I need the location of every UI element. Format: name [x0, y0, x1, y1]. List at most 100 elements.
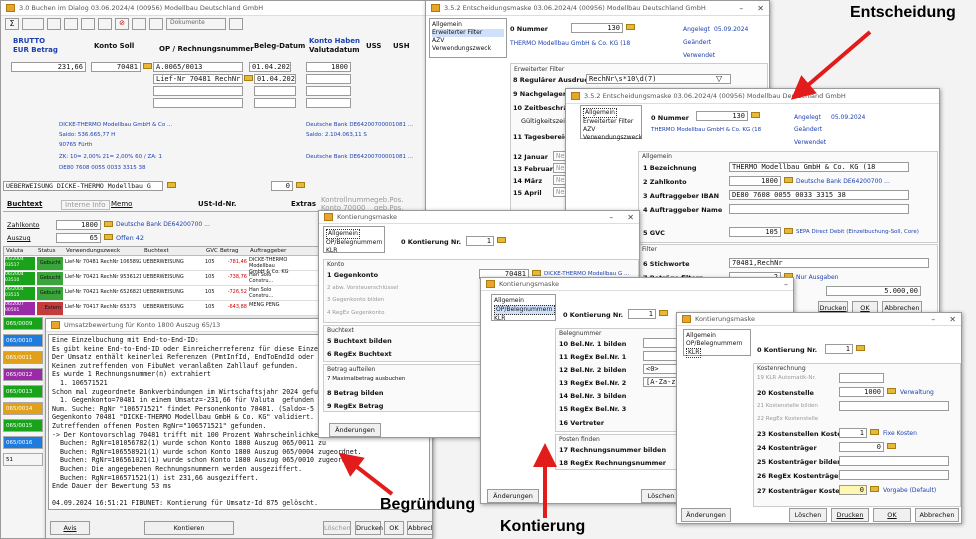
konto-haben-field[interactable]: 1800 — [306, 62, 351, 72]
ok-button[interactable]: OK — [384, 521, 404, 535]
regex-kostentraeger-field[interactable] — [839, 470, 949, 480]
column-header[interactable]: Verwendungszweck — [66, 248, 120, 254]
column-header[interactable]: Valuta — [6, 248, 23, 254]
minimize-icon[interactable]: – — [739, 4, 743, 13]
dokumente-button[interactable]: Dokumente — [166, 18, 226, 30]
folder-icon[interactable] — [167, 182, 176, 188]
kostenstelle-bilden-field[interactable] — [839, 401, 949, 411]
folder-icon[interactable] — [143, 63, 152, 69]
table-row[interactable]: 06/2004 03515 Gebucht Lief-Nr 70421 RechNr… — [4, 286, 367, 301]
abbrechen-button[interactable]: Abbrechen — [915, 508, 959, 522]
aenderungen-button[interactable]: Änderungen — [329, 423, 381, 437]
dropdown-icon[interactable]: ▽ — [716, 74, 722, 83]
column-header[interactable]: Auftraggeber — [250, 248, 286, 254]
ok-button[interactable]: OK — [873, 508, 911, 522]
folder-icon[interactable] — [784, 177, 793, 183]
tab-memo[interactable]: Memo — [111, 200, 132, 208]
stop-icon[interactable]: ⊘ — [115, 18, 129, 30]
auszug-list-item[interactable]: 065/0012 — [3, 368, 43, 381]
minimize-icon[interactable]: – — [784, 280, 788, 289]
folder-icon[interactable] — [104, 234, 113, 240]
tree-item[interactable]: Allgemein — [326, 229, 360, 239]
loeschen-button[interactable]: Löschen — [789, 508, 827, 522]
kostentraeger-typ-field[interactable]: 0 — [839, 485, 867, 495]
auszug-list-item[interactable]: 065/0009 — [3, 317, 43, 330]
kontierung-nr-field[interactable]: 1 — [825, 344, 853, 354]
auszug-field[interactable]: 65 — [56, 233, 101, 243]
folder-icon[interactable] — [856, 345, 865, 351]
tree-item[interactable]: OP/Belegnummern — [686, 340, 748, 348]
empty-field[interactable] — [254, 98, 296, 108]
betrag-field[interactable]: 231,66 — [11, 62, 86, 72]
auszug-list-item[interactable]: 065/0014 — [3, 402, 43, 415]
ueb-num-field[interactable]: 0 — [271, 181, 293, 191]
folder-icon[interactable] — [626, 24, 635, 30]
minimize-icon[interactable]: – — [931, 315, 935, 324]
table-row[interactable]: 06/2004 03510 Gebucht Lief-Nr 70421 RechNr… — [4, 271, 367, 286]
close-icon[interactable]: ✕ — [949, 315, 956, 324]
kostentyp-field[interactable]: 1 — [839, 428, 867, 438]
folder-icon[interactable] — [887, 443, 896, 449]
kostentraeger-bilden-field[interactable] — [839, 456, 949, 466]
tree-item[interactable]: OP/Belegnummern — [494, 305, 555, 315]
tree-item[interactable]: Allgemein — [686, 332, 748, 340]
table-row[interactable]: 06/2007 00501 Extern Lief-Nr 70417 RechNr … — [4, 301, 367, 316]
column-header[interactable]: Buchtext — [144, 248, 169, 254]
calc-icon[interactable] — [22, 18, 44, 30]
drucken-button[interactable]: Drucken — [831, 508, 869, 522]
iban-field[interactable]: DE80 7608 0055 0033 3315 38 — [729, 190, 909, 200]
kostentraeger-field[interactable]: 0 — [839, 442, 884, 452]
op-field[interactable]: A.0065/0013 — [153, 62, 243, 72]
filter-icon[interactable] — [149, 18, 163, 30]
tree-item[interactable]: AZV — [583, 126, 639, 134]
folder-icon[interactable] — [784, 228, 793, 234]
folder-icon[interactable] — [659, 310, 668, 316]
empty-field[interactable] — [153, 98, 243, 108]
tab-buchtext[interactable]: Buchtext — [7, 200, 42, 208]
copy-icon[interactable] — [81, 18, 95, 30]
kostenstelle-field[interactable]: 1000 — [839, 387, 884, 397]
tree-item[interactable]: Erweiterter Filter — [583, 118, 639, 126]
beleg-datum-field[interactable]: 01.04.2024 — [249, 62, 291, 72]
folder-icon[interactable] — [870, 429, 879, 435]
tree-item[interactable]: Allgemein — [432, 21, 504, 29]
empty-field[interactable] — [306, 86, 351, 96]
minimize-icon[interactable]: – — [609, 213, 613, 222]
auszug-list-item[interactable]: 065/0015 — [3, 419, 43, 432]
tree-item[interactable]: AZV — [432, 37, 504, 45]
ueberweisung-field[interactable]: UEBERWEISUNG DICKE-THERMO Modellbau G — [3, 181, 163, 191]
empty-field[interactable] — [306, 74, 351, 84]
tree-item[interactable]: OP/Belegnummern — [326, 239, 383, 247]
gvc-field[interactable]: 105 — [729, 227, 781, 237]
zahlkonto-field[interactable]: 1800 — [56, 220, 101, 230]
list-icon[interactable] — [98, 18, 112, 30]
doc-icon[interactable] — [47, 18, 61, 30]
tree-item[interactable]: Verwendungszweck — [583, 134, 642, 142]
aenderungen-button[interactable]: Änderungen — [487, 489, 539, 503]
sum-icon[interactable]: Σ — [5, 18, 19, 30]
column-header[interactable]: Status — [38, 248, 56, 254]
folder-icon[interactable] — [887, 388, 896, 394]
tree-item[interactable]: Allgemein — [583, 108, 617, 118]
empty-field[interactable] — [254, 86, 296, 96]
tree-item[interactable]: Verwendungszweck — [432, 45, 504, 53]
empty-field[interactable] — [306, 98, 351, 108]
drucken-button[interactable]: Drucken — [355, 521, 383, 535]
folder-icon[interactable] — [104, 221, 113, 227]
tree-item[interactable]: KLR — [494, 315, 553, 323]
tree-item[interactable]: Erweiterter Filter — [432, 29, 504, 37]
folder-icon[interactable] — [751, 112, 760, 118]
column-header[interactable]: Betrag — [220, 248, 238, 254]
tree-item[interactable]: Allgemein — [494, 297, 553, 305]
folder-icon[interactable] — [532, 270, 541, 276]
bezeichnung-field[interactable]: THERMO Modellbau GmbH & Co. KG (18 — [729, 162, 909, 172]
valuta-datum-field[interactable]: 01.04.2024 — [254, 74, 296, 84]
auszug-list-item[interactable]: 065/0010 — [3, 334, 43, 347]
kontierung-nr-field[interactable]: 1 — [628, 309, 656, 319]
empty-field[interactable] — [153, 86, 243, 96]
auszug-list-item[interactable]: 065/0011 — [3, 351, 43, 364]
folder-icon[interactable] — [497, 237, 506, 243]
extras-label[interactable]: Extras — [291, 200, 316, 208]
grid-icon[interactable] — [132, 18, 146, 30]
loeschen-button[interactable]: Löschen — [641, 489, 681, 503]
